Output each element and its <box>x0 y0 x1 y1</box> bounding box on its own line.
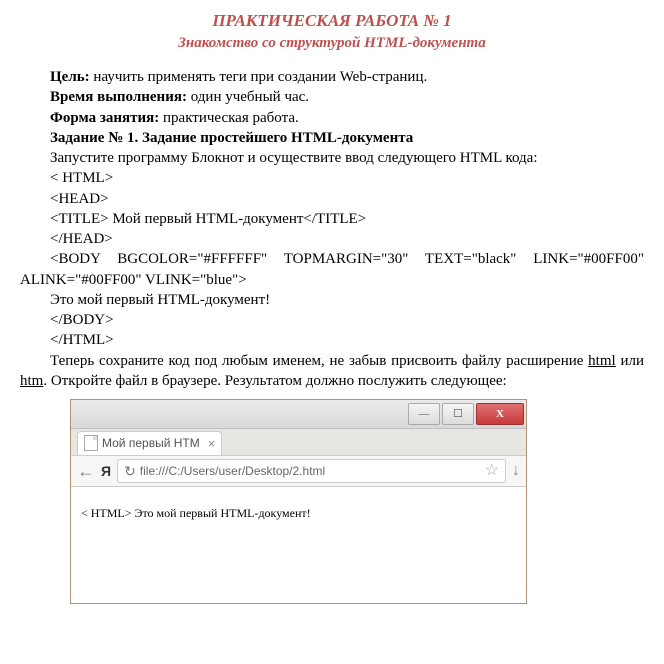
time-line: Время выполнения: один учебный час. <box>20 87 644 107</box>
close-button[interactable]: X <box>476 403 524 425</box>
post-instruction: Теперь сохраните код под любым именем, н… <box>20 351 644 392</box>
doc-subtitle: Знакомство со структурой HTML-документа <box>20 33 644 53</box>
tab-strip: Мой первый HTM × <box>71 429 526 456</box>
minimize-button[interactable]: — <box>408 403 440 425</box>
code-line-4: </HEAD> <box>20 229 644 249</box>
page-icon <box>84 435 98 451</box>
form-label: Форма занятия: <box>50 110 163 126</box>
goal-text: научить применять теги при создании Web-… <box>93 69 427 85</box>
tab-close-icon[interactable]: × <box>208 435 216 453</box>
post-1a: Теперь сохраните код под любым именем, н… <box>50 353 588 369</box>
yandex-logo[interactable]: Я <box>101 462 111 481</box>
download-icon[interactable]: ↓ <box>512 460 520 482</box>
code-line-5: <BODY BGCOLOR="#FFFFFF" TOPMARGIN="30" T… <box>20 249 644 290</box>
code-line-3: <TITLE> Мой первый HTML-документ</TITLE> <box>20 209 644 229</box>
address-bar[interactable]: ↻ file:///C:/Users/user/Desktop/2.html ☆ <box>117 459 506 483</box>
task-heading: Задание № 1. Задание простейшего HTML-до… <box>20 128 644 148</box>
form-text: практическая работа. <box>163 110 299 126</box>
browser-tab[interactable]: Мой первый HTM × <box>77 431 222 456</box>
doc-title: ПРАКТИЧЕСКАЯ РАБОТА № 1 <box>20 10 644 33</box>
back-icon[interactable]: ← <box>77 459 95 483</box>
code-line-6: Это мой первый HTML-документ! <box>20 290 644 310</box>
page-content: < HTML> Это мой первый HTML-документ! <box>71 487 526 603</box>
goal-label: Цель: <box>50 69 93 85</box>
form-line: Форма занятия: практическая работа. <box>20 108 644 128</box>
code-line-1: < HTML> <box>20 168 644 188</box>
rendered-text: < HTML> Это мой первый HTML-документ! <box>81 506 311 520</box>
code-line-8: </HTML> <box>20 330 644 350</box>
time-text: один учебный час. <box>191 89 309 105</box>
instruction-1: Запустите программу Блокнот и осуществит… <box>20 148 644 168</box>
url-text: file:///C:/Users/user/Desktop/2.html <box>140 463 325 479</box>
post-1c: или <box>616 353 644 369</box>
bookmark-icon[interactable]: ☆ <box>485 460 499 482</box>
code-line-2: <HEAD> <box>20 189 644 209</box>
time-label: Время выполнения: <box>50 89 191 105</box>
refresh-icon[interactable]: ↻ <box>124 462 136 481</box>
window-titlebar: — ☐ X <box>71 400 526 429</box>
browser-window: — ☐ X Мой первый HTM × ← Я ↻ file:///C:/… <box>70 399 527 604</box>
goal-line: Цель: научить применять теги при создани… <box>20 67 644 87</box>
post-1b: html <box>588 353 616 369</box>
post-1d: htm <box>20 373 43 389</box>
tab-title: Мой первый HTM <box>102 435 200 451</box>
code-line-7: </BODY> <box>20 310 644 330</box>
post-1e: . Откройте файл в браузере. Результатом … <box>43 373 506 389</box>
maximize-button[interactable]: ☐ <box>442 403 474 425</box>
address-bar-row: ← Я ↻ file:///C:/Users/user/Desktop/2.ht… <box>71 456 526 487</box>
